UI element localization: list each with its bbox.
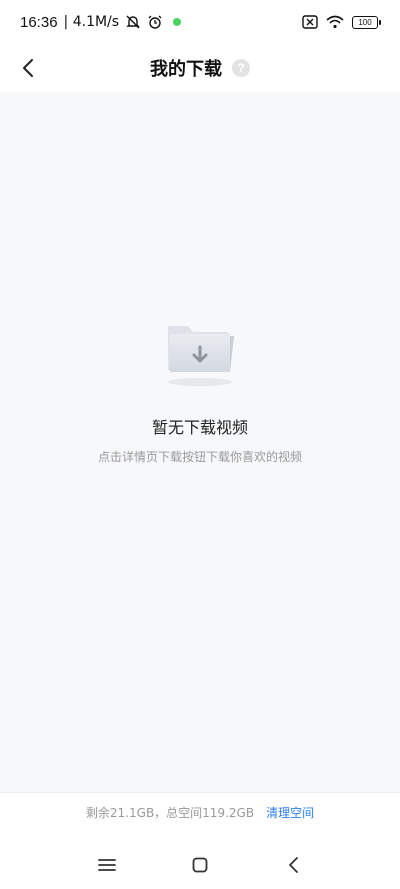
- storage-bar: 剩余21.1GB，总空间119.2GB 清理空间: [0, 792, 400, 832]
- clean-space-link[interactable]: 清理空间: [266, 804, 314, 821]
- empty-title: 暂无下载视频: [151, 418, 248, 437]
- header-title-wrap: 我的下载 ?: [150, 55, 250, 81]
- system-nav-bar: [0, 840, 400, 889]
- home-button[interactable]: [180, 845, 220, 885]
- mute-icon: [125, 14, 141, 30]
- status-right: 100: [302, 15, 381, 29]
- status-time: 16:36: [20, 13, 58, 31]
- storage-info: 剩余21.1GB，总空间119.2GB: [85, 806, 255, 820]
- menu-button[interactable]: [87, 845, 127, 885]
- notification-dot-icon: [173, 18, 182, 26]
- network-speed: | 4.1M/s: [63, 14, 120, 30]
- empty-folder-icon: [168, 326, 234, 386]
- status-bar: 16:36 | 4.1M/s 100: [0, 0, 400, 44]
- empty-state: 暂无下载视频 点击详情页下载按钮下载你喜欢的视频: [0, 320, 400, 465]
- empty-subtitle: 点击详情页下载按钮下载你喜欢的视频: [97, 450, 302, 464]
- download-list-area: 暂无下载视频 点击详情页下载按钮下载你喜欢的视频: [0, 92, 400, 792]
- sim-x-icon: [302, 15, 318, 29]
- battery-icon: 100: [352, 15, 381, 29]
- menu-icon: [97, 858, 116, 871]
- help-icon[interactable]: ?: [232, 59, 250, 77]
- page-title: 我的下载: [150, 59, 222, 80]
- back-button[interactable]: [12, 52, 44, 84]
- chevron-left-icon: [23, 59, 33, 77]
- back-triangle-icon: [289, 856, 299, 873]
- status-left: 16:36 | 4.1M/s: [20, 13, 182, 31]
- alarm-icon: [147, 14, 163, 30]
- wifi-icon: [326, 15, 344, 29]
- page-header: 我的下载 ?: [0, 44, 400, 92]
- system-back-button[interactable]: [273, 845, 313, 885]
- home-square-icon: [192, 857, 208, 872]
